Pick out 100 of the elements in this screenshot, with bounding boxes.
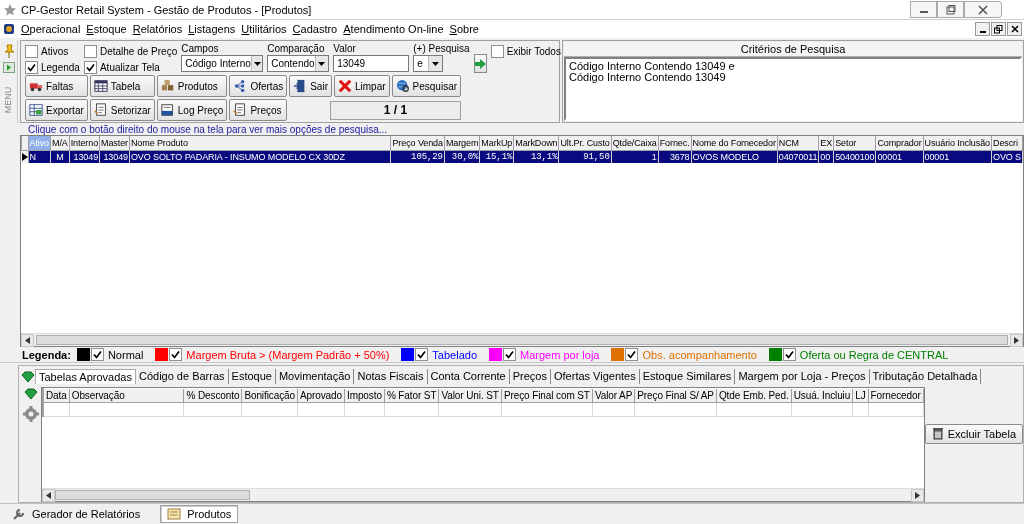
toolbar-button[interactable]: Log Preço [156, 99, 228, 121]
toolbar-button[interactable]: Preços [229, 99, 288, 121]
gem-icon[interactable] [24, 388, 38, 400]
menu-item[interactable]: Cadastro [292, 23, 338, 35]
column-header[interactable]: % Fator ST [384, 388, 439, 403]
minimize-button[interactable] [910, 1, 937, 18]
left-arrow-icon[interactable] [45, 492, 51, 499]
toolbar-button[interactable]: Pesquisar [391, 75, 462, 97]
column-header[interactable]: Nome Produto [129, 136, 391, 150]
menu-item[interactable]: Atendimento On-line [343, 23, 444, 35]
menu-item[interactable]: Operacional [21, 23, 81, 35]
column-header[interactable]: Qtde/Caixa [611, 136, 659, 150]
column-header[interactable]: Usuário Inclusão [923, 136, 992, 150]
text-field[interactable]: 13049 [333, 55, 410, 72]
tab[interactable]: Estoque Similares [639, 369, 736, 384]
arrow-box-icon[interactable] [2, 62, 15, 73]
menu-item[interactable]: Relatórios [132, 23, 183, 35]
checkbox[interactable] [490, 45, 504, 58]
column-header[interactable]: Qtde Emb. Ped. [716, 388, 792, 403]
column-header[interactable]: NCM [777, 136, 819, 150]
column-header[interactable]: Valor Uni. ST [438, 388, 502, 403]
column-header[interactable]: Preço Venda [390, 136, 445, 150]
column-header[interactable]: Fornec. [658, 136, 692, 150]
column-header[interactable]: Valor AP [592, 388, 635, 403]
column-header[interactable]: Data [43, 388, 70, 403]
menu-item[interactable]: Utilitários [241, 23, 287, 35]
toolbar-button[interactable]: Produtos [156, 75, 228, 97]
checkbox[interactable] [83, 61, 97, 74]
checkbox[interactable] [625, 348, 639, 361]
taskbar-item[interactable]: Gerador de Relatórios [6, 505, 147, 523]
menu-item[interactable]: Sobre [449, 23, 479, 35]
checkbox[interactable] [90, 348, 104, 361]
tab[interactable]: Tributação Detalhada [869, 369, 982, 384]
horizontal-scrollbar[interactable] [41, 488, 924, 501]
column-header[interactable]: Usuá. Incluiu [791, 388, 853, 403]
column-header[interactable]: MarkDown [513, 136, 559, 150]
horizontal-scrollbar[interactable] [21, 333, 1023, 346]
column-header[interactable]: Preço Final com ST [501, 388, 593, 403]
dropdown[interactable]: e [413, 55, 444, 72]
toolbar-button[interactable]: Setorizar [89, 99, 155, 121]
tab[interactable]: Conta Corrente [427, 369, 510, 384]
column-header[interactable]: Imposto [344, 388, 385, 403]
toolbar-button[interactable]: Ofertas [229, 75, 288, 97]
checkbox[interactable] [415, 348, 429, 361]
minimize-button[interactable] [975, 22, 990, 36]
checkbox[interactable] [25, 61, 38, 74]
toolbar-button[interactable]: Sair [289, 75, 332, 97]
column-header[interactable]: MarkUp [479, 136, 514, 150]
column-header[interactable]: Preço Final S/ AP [634, 388, 717, 403]
close-button[interactable] [1007, 22, 1022, 36]
tab[interactable]: Tabelas Aprovadas [35, 369, 136, 384]
toolbar-button[interactable]: Tabela [89, 75, 155, 97]
caret-icon [253, 61, 261, 66]
checkbox[interactable] [83, 45, 97, 58]
column-header[interactable]: Nome do Fornecedor [691, 136, 778, 150]
checkbox[interactable] [503, 348, 516, 361]
taskbar-item[interactable]: Produtos [160, 505, 239, 523]
column-header[interactable]: Master [99, 136, 130, 150]
column-header[interactable]: Interno [69, 136, 100, 150]
arrow-button[interactable] [473, 54, 487, 73]
toolbar-button[interactable]: Faltas [25, 75, 88, 97]
tab[interactable]: Ofertas Vigentes [551, 369, 640, 384]
delete-table-button[interactable]: Excluir Tabela [924, 423, 1023, 444]
menu-item[interactable]: Listagens [188, 23, 236, 35]
tab[interactable]: Código de Barras [135, 369, 229, 384]
tab[interactable]: Notas Fiscais [354, 369, 428, 384]
restore-button[interactable] [991, 22, 1006, 36]
close-button[interactable] [964, 1, 1002, 18]
column-header[interactable]: Ult.Pr. Custo [558, 136, 612, 150]
checkbox-label: Atualizar Tela [99, 62, 160, 73]
dropdown[interactable]: Código Interno [181, 55, 264, 72]
gem-icon[interactable] [21, 370, 35, 383]
right-arrow-icon[interactable] [914, 492, 920, 499]
pin-icon[interactable] [2, 44, 15, 58]
dropdown[interactable]: Contendo [267, 55, 330, 72]
tab[interactable]: Margem por Loja - Preços [735, 369, 870, 384]
column-header[interactable]: Observação [69, 388, 184, 403]
tab[interactable]: Preços [509, 369, 551, 384]
column-header[interactable]: Bonificação [241, 388, 298, 403]
checkbox[interactable] [782, 348, 796, 361]
menu-item[interactable]: Estoque [86, 23, 127, 35]
checkbox[interactable] [25, 45, 38, 58]
right-arrow-icon[interactable] [1014, 337, 1019, 344]
column-header[interactable]: Fornecedor [868, 388, 924, 403]
column-header[interactable]: Aprovado [297, 388, 345, 403]
tab[interactable]: Estoque [228, 369, 276, 384]
checkbox[interactable] [169, 348, 183, 361]
toolbar-button[interactable]: Limpar [334, 75, 390, 97]
tab[interactable]: Movimentação [275, 369, 355, 384]
legend-text: Obs. acompanhamento [642, 348, 757, 361]
column-header[interactable]: Comprador [875, 136, 924, 150]
restore-button[interactable] [937, 1, 964, 18]
left-arrow-icon[interactable] [25, 337, 30, 344]
column-header[interactable]: Margem [444, 136, 480, 150]
column-header[interactable]: Descri [991, 136, 1023, 150]
gear-icon[interactable] [23, 406, 39, 422]
column-header[interactable]: Setor [833, 136, 876, 150]
table-row[interactable]: N M 13049 13049 OVO SOLTO PADARIA - INSUMO MODELO CX 30DZ 105,29 30,0% 15,1% 13,1% 91,50 1 3678 OVOS MODELO 04070011 00 50400100 00001 00001 OVO S [21, 150, 1023, 163]
column-header[interactable]: % Desconto [183, 388, 242, 403]
toolbar-button[interactable]: Exportar [25, 99, 88, 121]
